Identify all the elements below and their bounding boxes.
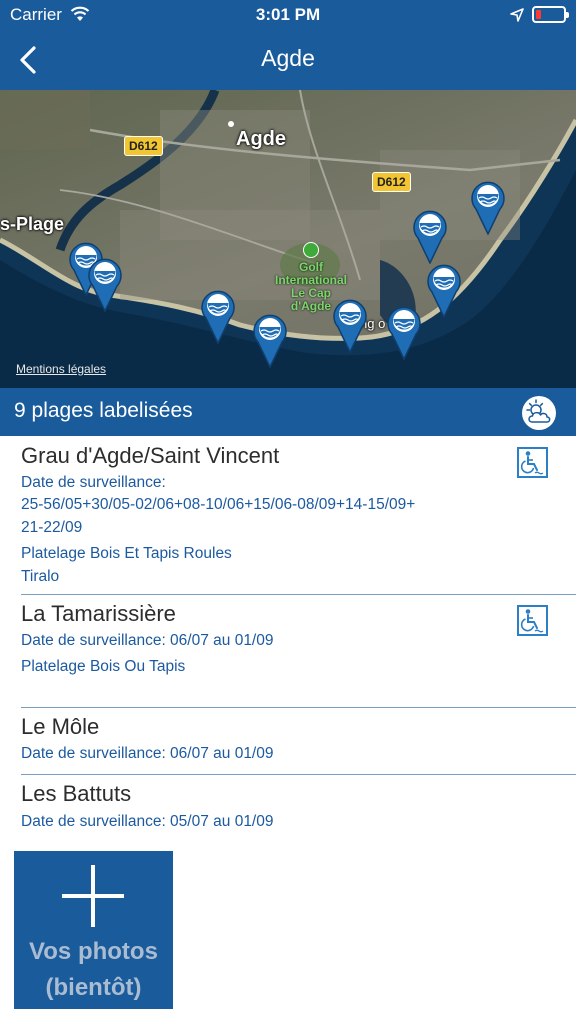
blue-flag-beach-pin-icon [333,299,367,353]
weather-button[interactable] [522,396,556,430]
beach-name: La Tamarissière [21,601,176,626]
sun-cloud-icon [526,399,551,423]
beach-pin[interactable] [332,297,368,353]
beach-name: Le Môle [21,714,100,739]
beach-detail: Date de surveillance: [21,474,166,491]
blue-flag-beach-pin-icon [471,181,505,235]
blue-flag-beach-pin-icon [427,264,461,318]
battery-level [536,10,541,19]
beach-list-item[interactable]: La Tamarissière Date de surveillance: 06… [0,595,576,708]
beach-name: Les Battuts [21,781,132,806]
wheelchair-access-icon [517,447,548,478]
beach-count-title: 9 plages labelisées [14,399,193,422]
blue-flag-beach-pin-icon [201,290,235,344]
beach-map[interactable]: Agde s-Plage D612 D612 Golf Internationa… [0,90,576,388]
beach-pin[interactable] [252,312,288,368]
page-title: Agde [261,45,315,71]
beach-list-item[interactable]: Les Battuts Date de surveillance: 05/07 … [0,775,576,845]
status-bar: Carrier 3:01 PM [0,0,576,30]
beach-name: Grau d'Agde/Saint Vincent [21,443,280,468]
blue-flag-beach-pin-icon [387,306,421,360]
beach-list-item[interactable]: Grau d'Agde/Saint Vincent Date de survei… [0,436,576,595]
beach-pin[interactable] [470,179,506,235]
beach-detail: Tiralo [21,568,60,585]
wheelchair-glyph [520,609,544,633]
city-dot [228,121,234,127]
battery-icon [532,6,569,23]
beach-pin[interactable] [426,262,462,318]
road-badge: D612 [372,172,411,192]
beach-pin[interactable] [200,288,236,344]
map-city-label: Agde [236,128,286,150]
beach-detail: 21-22/09 [21,519,83,536]
beach-pin[interactable] [87,256,123,312]
legal-notice-link[interactable]: Mentions légales [16,362,106,376]
map-west-label: s-Plage [0,214,65,234]
blue-flag-beach-pin-icon [413,210,447,264]
navigation-bar: Agde [0,38,576,82]
beach-list-header: 9 plages labelisées [0,388,576,436]
photo-label-line1: Vos photos [29,938,158,965]
back-button[interactable] [12,42,48,78]
blue-flag-beach-pin-icon [253,314,287,368]
plus-icon [62,865,124,927]
beach-detail: Date de surveillance: 05/07 au 01/09 [21,813,274,830]
golf-icon [303,242,319,258]
blue-flag-beach-pin-icon [88,258,122,312]
map-satellite-image [0,90,576,388]
beach-list-item[interactable]: Le Môle Date de surveillance: 06/07 au 0… [0,708,576,775]
beach-detail: Platelage Bois Ou Tapis [21,658,186,675]
beach-detail: Platelage Bois Et Tapis Roules [21,545,232,562]
beach-detail: Date de surveillance: 06/07 au 01/09 [21,745,274,762]
top-bar: Carrier 3:01 PM Agde [0,0,576,90]
beach-pin[interactable] [412,208,448,264]
beach-detail: 25-56/05+30/05-02/06+08-10/06+15/06-08/0… [21,496,416,513]
road-badge: D612 [124,136,163,156]
wheelchair-access-icon [517,605,548,636]
wheelchair-glyph [520,451,544,475]
beach-pin[interactable] [386,304,422,360]
location-arrow-icon [510,7,524,27]
add-photo-button[interactable]: Vos photos (bientôt) [14,851,173,1009]
status-time: 3:01 PM [255,5,321,24]
photo-label-line2: (bientôt) [45,974,142,1001]
chevron-left-icon [20,46,36,74]
beach-detail: Date de surveillance: 06/07 au 01/09 [21,632,274,649]
